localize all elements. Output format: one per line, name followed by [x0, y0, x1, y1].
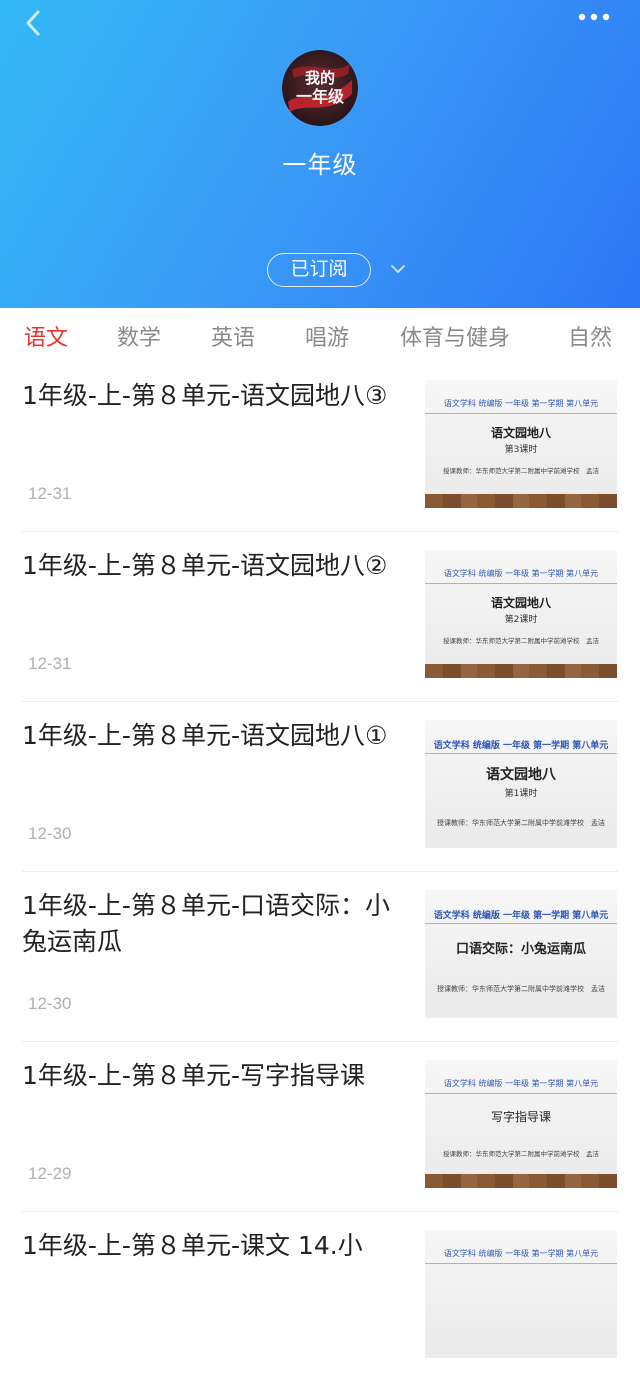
item-date: 12-30 — [28, 824, 72, 843]
thumb-title: 语文园地八 — [490, 596, 551, 610]
avatar-text-line2: 一年级 — [296, 87, 345, 106]
thumb-divider — [425, 1263, 617, 1264]
thumb-floor — [425, 494, 617, 508]
thumb-header-text: 语文学科 统编版 一年级 第一学期 第八单元 — [443, 399, 599, 408]
thumb-lesson: 第2课时 — [504, 615, 538, 625]
list-item[interactable]: 1年级-上-第８单元-语文园地八① 12-30 语文学科 统编版 一年级 第一学… — [0, 702, 640, 872]
list-item[interactable]: 1年级-上-第８单元-写字指导课 12-29 语文学科 统编版 一年级 第一学期… — [0, 1042, 640, 1212]
item-title: 1年级-上-第８单元-口语交际：小兔运南瓜 — [22, 891, 390, 956]
item-date: 12-31 — [28, 484, 72, 503]
thumb-title: 口语交际：小兔运南瓜 — [455, 942, 586, 957]
tab-nature[interactable]: 自然 — [568, 320, 612, 352]
tab-music[interactable]: 唱游 — [305, 320, 349, 352]
channel-avatar[interactable]: 我的 一年级 — [282, 50, 358, 126]
back-arrow-icon[interactable] — [18, 8, 48, 38]
thumb-header-text: 语文学科 统编版 一年级 第一学期 第八单元 — [443, 1249, 599, 1258]
item-title: 1年级-上-第８单元-语文园地八③ — [22, 381, 388, 410]
thumb-divider — [425, 923, 617, 924]
item-date: 12-29 — [28, 1164, 72, 1183]
list-item[interactable]: 1年级-上-第８单元-语文园地八③ 12-31 语文学科 统编版 一年级 第一学… — [0, 362, 640, 532]
item-title: 1年级-上-第８单元-写字指导课 — [22, 1061, 365, 1090]
thumb-divider — [425, 413, 617, 414]
thumb-floor — [425, 1174, 617, 1188]
thumb-teacher: 授课教师：华东师范大学第二附属中学前滩学校 孟洁 — [443, 637, 599, 645]
avatar-logo-image: 我的 一年级 — [282, 50, 358, 126]
list-item[interactable]: 1年级-上-第８单元-口语交际：小兔运南瓜 12-30 语文学科 统编版 一年级… — [0, 872, 640, 1042]
chevron-down-icon[interactable] — [389, 262, 407, 276]
thumb-divider — [425, 1093, 617, 1094]
video-thumbnail[interactable]: 语文学科 统编版 一年级 第一学期 第八单元 写字指导课 授课教师：华东师范大学… — [425, 1060, 617, 1188]
more-options-icon[interactable] — [576, 6, 612, 28]
tab-pe-health[interactable]: 体育与健身 — [400, 320, 510, 352]
thumb-teacher: 授课教师：华东师范大学第二附属中学前滩学校 孟洁 — [443, 467, 599, 475]
thumb-title: 语文园地八 — [490, 426, 551, 440]
item-date: 12-30 — [28, 994, 72, 1013]
avatar-text-line1: 我的 — [305, 69, 335, 87]
thumb-header-text: 语文学科 统编版 一年级 第一学期 第八单元 — [433, 741, 609, 751]
tab-english[interactable]: 英语 — [211, 320, 255, 352]
item-title: 1年级-上-第８单元-课文 14.小 — [22, 1231, 363, 1260]
video-thumbnail[interactable]: 语文学科 统编版 一年级 第一学期 第八单元 语文园地八 第3课时 授课教师：华… — [425, 380, 617, 508]
thumb-teacher: 授课教师：华东师范大学第二附属中学前滩学校 孟洁 — [437, 819, 605, 827]
thumb-divider — [425, 753, 617, 754]
video-thumbnail[interactable]: 语文学科 统编版 一年级 第一学期 第八单元 — [425, 1230, 617, 1358]
thumb-header-text: 语文学科 统编版 一年级 第一学期 第八单元 — [433, 911, 609, 921]
tab-math[interactable]: 数学 — [117, 320, 161, 352]
subscribed-button[interactable]: 已订阅 — [267, 253, 371, 287]
list-item[interactable]: 1年级-上-第８单元-语文园地八② 12-31 语文学科 统编版 一年级 第一学… — [0, 532, 640, 702]
thumb-title: 写字指导课 — [490, 1110, 551, 1124]
channel-title: 一年级 — [282, 151, 358, 179]
thumb-teacher: 授课教师：华东师范大学第二附属中学前滩学校 孟洁 — [443, 1150, 599, 1158]
video-thumbnail[interactable]: 语文学科 统编版 一年级 第一学期 第八单元 语文园地八 第1课时 授课教师：华… — [425, 720, 617, 848]
thumb-title: 语文园地八 — [486, 767, 556, 783]
thumb-header-text: 语文学科 统编版 一年级 第一学期 第八单元 — [443, 1079, 599, 1088]
thumb-header-text: 语文学科 统编版 一年级 第一学期 第八单元 — [443, 569, 599, 578]
thumb-lesson: 第3课时 — [504, 445, 538, 455]
item-title: 1年级-上-第８单元-语文园地八① — [22, 721, 388, 750]
item-date: 12-31 — [28, 654, 72, 673]
video-thumbnail[interactable]: 语文学科 统编版 一年级 第一学期 第八单元 口语交际：小兔运南瓜 授课教师：华… — [425, 890, 617, 1018]
list-item[interactable]: 1年级-上-第８单元-课文 14.小 语文学科 统编版 一年级 第一学期 第八单… — [0, 1212, 640, 1382]
thumb-lesson: 第1课时 — [504, 789, 538, 799]
item-title: 1年级-上-第８单元-语文园地八② — [22, 551, 388, 580]
thumb-divider — [425, 583, 617, 584]
subject-tab-bar: 语文 数学 英语 唱游 体育与健身 自然 — [0, 308, 640, 362]
thumb-teacher: 授课教师：华东师范大学第二附属中学前滩学校 孟洁 — [437, 985, 605, 993]
channel-header: 我的 一年级 一年级 已订阅 — [0, 0, 640, 308]
video-thumbnail[interactable]: 语文学科 统编版 一年级 第一学期 第八单元 语文园地八 第2课时 授课教师：华… — [425, 550, 617, 678]
tab-chinese[interactable]: 语文 — [24, 320, 68, 352]
thumb-floor — [425, 664, 617, 678]
